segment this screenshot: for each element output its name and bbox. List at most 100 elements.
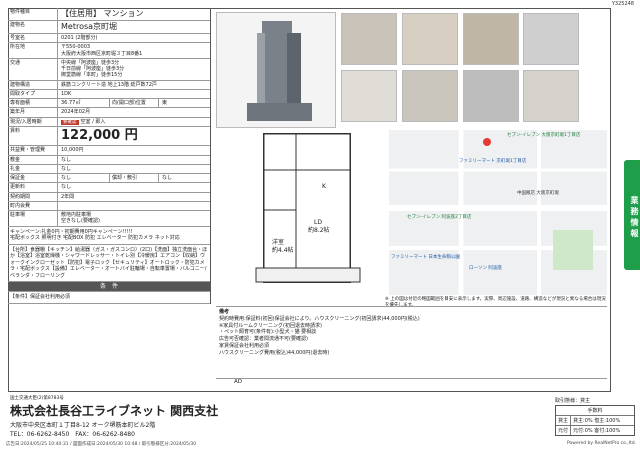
- spec-key: 建物構造: [8, 80, 58, 89]
- spec-row-0: 物件種目 【住居用】 マンション: [8, 8, 210, 21]
- business-info-tab[interactable]: 業務情報: [624, 160, 640, 270]
- footer: 広告日:2024/05/25 10:40:31 / 図面作成日:2024/05/…: [6, 441, 636, 447]
- spec-key: 更新料: [8, 183, 58, 192]
- spec-row-tail-1: 契約期間 2年間: [8, 192, 210, 202]
- room-photo-8: [523, 70, 579, 122]
- spec-key: 建物名: [8, 21, 58, 33]
- spec-row-deposit: 保証金 なし 償却・敷引 なし: [8, 174, 210, 184]
- spec-value: なし: [61, 175, 72, 182]
- spec-value: 2024年02月: [61, 109, 91, 116]
- spec-value: 10,000円: [61, 147, 84, 154]
- spec-key: 賃料: [8, 127, 58, 146]
- document-id: Y325248: [611, 1, 634, 7]
- spec-row-area: 専有面積 36.77㎡ 向(開口部)位置東: [8, 99, 210, 109]
- map-label-lawson: ローソン 阿波座: [469, 266, 502, 271]
- spec-row-3: 所在地 〒550-0003 大阪府大阪市西区京町堀３丁目8番1: [8, 43, 210, 59]
- room-photo-1: [341, 13, 397, 65]
- spec-row-status: 現況/入居時期 要確認 空室 / 即入: [8, 117, 210, 128]
- footer-dates: 広告日:2024/05/25 10:40:31 / 図面作成日:2024/05/…: [6, 442, 197, 447]
- status-badge: 要確認: [61, 119, 79, 126]
- room-photo-5: [341, 70, 397, 122]
- spec-value: 敷地内駐車場 空きなし(要確認): [61, 212, 100, 225]
- spec-row-fee-0: 共益費・管理費 10,000円: [8, 146, 210, 156]
- room-photo-2: [402, 13, 458, 65]
- map-label-familymart-2: ファミリーマート 日本生命靱公園: [391, 255, 460, 260]
- spec-row-tail-2: 町内会費: [8, 201, 210, 212]
- spec-value: 【住居用】 マンション: [61, 9, 144, 18]
- spec-value: なし: [61, 165, 72, 172]
- spec-key: 所在地: [8, 43, 58, 58]
- spec-key: 物件種目: [8, 8, 58, 20]
- spec-key: 共益費・管理費: [8, 146, 58, 155]
- fee-grid: 手数料 貸主 貸主:0% 借主:100% 元付 元付:0% 客付:100%: [555, 405, 635, 436]
- company-name: 株式会社長谷工ライブネット 関西支社: [10, 404, 219, 418]
- spec-row-4: 交通 中央線「阿波座」徒歩3分 千日前線「阿波座」徒歩3分 御堂筋線「本町」徒歩1…: [8, 58, 210, 81]
- fee-row1-key: 貸主: [556, 416, 572, 425]
- fee-head: 手数料: [587, 408, 603, 414]
- map-label-restaurant: 中国飯店 大阪京町堀: [517, 191, 559, 196]
- direction-key: 向(開口部)位置: [109, 99, 159, 108]
- room-photo-7: [463, 70, 519, 122]
- spec-key: 敷金: [8, 155, 58, 164]
- spec-table: 物件種目 【住居用】 マンション 建物名 Metrosa京町堀 号室名 0201 (2階部…: [8, 8, 211, 304]
- footer-powered-by: Powered by RealNetPro co.,ltd.: [567, 441, 636, 446]
- spec-key: 保証金: [8, 174, 58, 183]
- spec-row-fee-2: 礼金 なし: [8, 164, 210, 175]
- company-block: 国土交通大臣(2)第8783号 株式会社長谷工ライブネット 関西支社 大阪市中央…: [10, 395, 540, 438]
- area-map[interactable]: セブン-イレブン 大阪京町堀1丁目店 ファミリーマート 京町堀1丁目店 中国飯店…: [389, 130, 607, 295]
- spec-row-fee-1: 敷金 なし: [8, 155, 210, 165]
- spec-row-rent: 賃料 122,000 円: [8, 127, 210, 147]
- spec-value: 36.77㎡: [61, 100, 81, 106]
- trade-license: 国土交通大臣(2)第8783号: [10, 396, 64, 401]
- spec-row-layout: 間取タイプ 1DK: [8, 89, 210, 99]
- ad-label: AD: [234, 379, 242, 385]
- spec-row-built: 築年月 2024年02月: [8, 108, 210, 118]
- spec-key: 専有面積: [8, 99, 58, 108]
- fee-row2-value: 元付:0% 客付:100%: [573, 428, 621, 434]
- spec-value: 中央線「阿波座」徒歩3分 千日前線「阿波座」徒歩3分 御堂筋線「本町」徒歩15分: [61, 59, 125, 79]
- building-exterior-photo: [216, 12, 336, 128]
- status-text: 空室 / 即入: [80, 118, 106, 125]
- amortization-value: なし: [162, 175, 173, 182]
- amortization-key: 償却・敷引: [109, 174, 159, 183]
- spec-value: なし: [61, 156, 72, 163]
- map-label-seven-1: セブン-イレブン 大阪京町堀1丁目店: [507, 133, 581, 138]
- spec-key: 号室名: [8, 34, 58, 43]
- room-photo-3: [463, 13, 519, 65]
- spec-row-tail-3: 駐車場 敷地内駐車場 空きなし(要確認): [8, 211, 210, 227]
- svg-text:洋室: 洋室: [272, 238, 284, 246]
- spec-value: 1DK: [61, 90, 72, 97]
- spec-value: 122,000 円: [61, 128, 138, 144]
- spec-value: [58, 202, 210, 210]
- fee-row1-value: 貸主:0% 借主:100%: [573, 418, 621, 424]
- fee-row2-key: 元付: [556, 426, 572, 435]
- spec-row-1: 建物名 Metrosa京町堀: [8, 21, 210, 34]
- spec-row-tail-0: 更新料 なし: [8, 183, 210, 193]
- spec-value: 要確認 空室 / 即入: [58, 118, 210, 127]
- remarks-text: 契約時費用:保証料(初回)保証会社により。ハウスクリーニング(初回請求)44,0…: [219, 315, 420, 356]
- conditions-heading: 条 件: [8, 282, 210, 293]
- room-photo-6: [402, 70, 458, 122]
- svg-text:LD: LD: [314, 219, 322, 226]
- spec-value: なし: [61, 184, 72, 191]
- spec-key: 交通: [8, 58, 58, 80]
- map-label-seven-2: セブン-イレブン 阿波座2丁目店: [407, 215, 472, 220]
- room-photo-4: [523, 13, 579, 65]
- spec-key: 契約期間: [8, 192, 58, 201]
- spec-value: 0201 (2階部分): [61, 35, 98, 41]
- map-label-familymart-1: ファミリーマート 京町堀1丁目店: [459, 159, 527, 164]
- fee-box: 取引態様：貸主 手数料 貸主 貸主:0% 借主:100% 元付 元付:0% 客付:1…: [555, 397, 635, 436]
- remarks-label: 備考: [219, 309, 230, 315]
- spec-value: 〒550-0003 大阪府大阪市西区京町堀３丁目8番1: [61, 44, 143, 57]
- company-address: 大阪市中央区本町１丁目8-12 オーク堺筋本町ビル2階: [10, 422, 156, 429]
- spec-key: 現況/入居時期: [8, 117, 58, 127]
- spec-value: 鉄筋コンクリート造 地上13階 総戸数72戸: [61, 81, 157, 88]
- floor-plan: 洋室 約4.4帖 LD 約8.2帖 K: [216, 128, 384, 286]
- spec-key: 築年月: [8, 108, 58, 117]
- svg-text:約8.2帖: 約8.2帖: [308, 226, 330, 234]
- spec-key: 礼金: [8, 164, 58, 174]
- spec-row-2: 号室名 0201 (2階部分): [8, 34, 210, 44]
- ad-line: AD: [216, 378, 607, 392]
- direction-value: 東: [162, 100, 168, 106]
- svg-text:約4.4帖: 約4.4帖: [272, 246, 294, 254]
